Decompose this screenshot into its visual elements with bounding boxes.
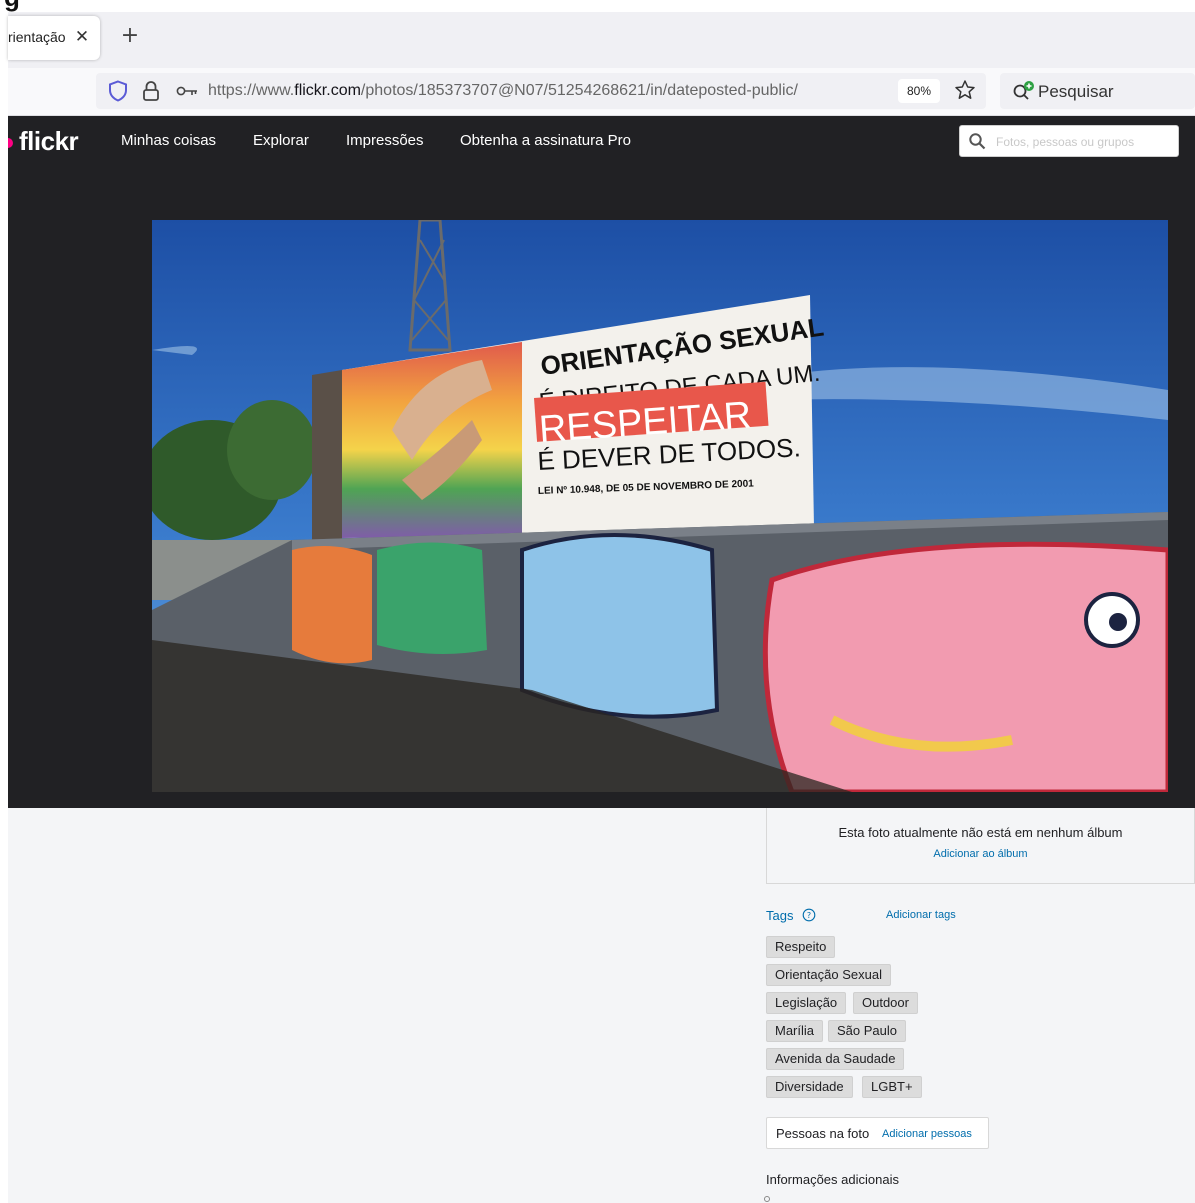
info-indicator — [764, 1196, 770, 1202]
flickr-search[interactable] — [959, 125, 1179, 157]
search-icon[interactable] — [968, 132, 986, 150]
tag-sao-paulo[interactable]: São Paulo — [828, 1020, 906, 1042]
nav-prints[interactable]: Impressões — [346, 132, 424, 149]
album-box: Esta foto atualmente não está em nenhum … — [766, 808, 1195, 884]
add-tags-link[interactable]: Adicionar tags — [886, 909, 956, 921]
browser-tab[interactable]: rientação ✕ — [8, 16, 100, 60]
cropped-heading: g — [0, 0, 1195, 12]
search-icon — [1013, 81, 1034, 100]
url-prefix: https://www. — [208, 82, 295, 99]
nav-get-pro[interactable]: Obtenha a assinatura Pro — [460, 132, 631, 149]
star-icon[interactable] — [954, 79, 976, 101]
tag-respeito[interactable]: Respeito — [766, 936, 836, 958]
tags-heading: Tags — [766, 908, 794, 923]
tag-orientacao-sexual[interactable]: Orientação Sexual — [766, 964, 891, 986]
svg-text:?: ? — [807, 911, 811, 920]
tag-diversidade[interactable]: Diversidade — [766, 1076, 853, 1098]
nav-explore[interactable]: Explorar — [253, 132, 309, 149]
people-label: Pessoas na foto — [776, 1126, 870, 1141]
url-text[interactable]: https://www.flickr.com/photos/185373707@… — [208, 82, 798, 100]
album-message: Esta foto atualmente não está em nenhum … — [838, 825, 1123, 840]
url-domain: flickr.com — [294, 82, 361, 99]
flickr-search-input[interactable] — [996, 132, 1171, 152]
address-bar[interactable]: https://www.flickr.com/photos/185373707@… — [96, 73, 986, 109]
search-label: Pesquisar — [1038, 82, 1114, 101]
add-to-album-link[interactable]: Adicionar ao álbum — [767, 848, 1194, 860]
browser-search-box[interactable]: Pesquisar — [1000, 73, 1195, 109]
more-info-heading: Informações adicionais — [766, 1172, 899, 1187]
help-icon[interactable]: ? — [802, 908, 816, 922]
tab-bar: rientação ✕ + — [8, 12, 1195, 68]
tag-avenida-da-saudade[interactable]: Avenida da Saudade — [766, 1048, 905, 1070]
photo-viewer: ORIENTAÇÃO SEXUAL É DIREITO DE CADA UM. … — [8, 168, 1195, 808]
key-icon[interactable] — [176, 85, 198, 97]
main-photo[interactable]: ORIENTAÇÃO SEXUAL É DIREITO DE CADA UM. … — [152, 220, 1168, 792]
close-icon[interactable]: ✕ — [72, 27, 92, 47]
zoom-badge[interactable]: 80% — [898, 79, 940, 103]
lock-icon[interactable] — [142, 80, 160, 102]
photo-details: Esta foto atualmente não está em nenhum … — [8, 808, 1195, 1203]
tag-marilia[interactable]: Marília — [766, 1020, 824, 1042]
flickr-logo[interactable]: flickr — [19, 126, 79, 157]
nav-my-stuff[interactable]: Minhas coisas — [121, 132, 216, 149]
logo-dot — [8, 138, 13, 148]
tag-outdoor[interactable]: Outdoor — [853, 992, 918, 1014]
shield-icon[interactable] — [108, 80, 128, 102]
flickr-header: flickr Minhas coisas Explorar Impressões… — [8, 116, 1195, 168]
tag-legislacao[interactable]: Legislação — [766, 992, 847, 1014]
people-box: Pessoas na foto Adicionar pessoas — [766, 1117, 989, 1149]
url-path: /photos/185373707@N07/51254268621/in/dat… — [360, 82, 798, 99]
tag-lgbt[interactable]: LGBT+ — [862, 1076, 922, 1098]
navigation-bar: https://www.flickr.com/photos/185373707@… — [8, 68, 1195, 116]
add-people-link[interactable]: Adicionar pessoas — [882, 1128, 972, 1140]
plus-icon[interactable]: + — [118, 24, 142, 48]
browser-window: g rientação ✕ + https://www.flickr.com/p… — [0, 0, 1195, 1203]
tab-title: rientação — [8, 29, 66, 45]
